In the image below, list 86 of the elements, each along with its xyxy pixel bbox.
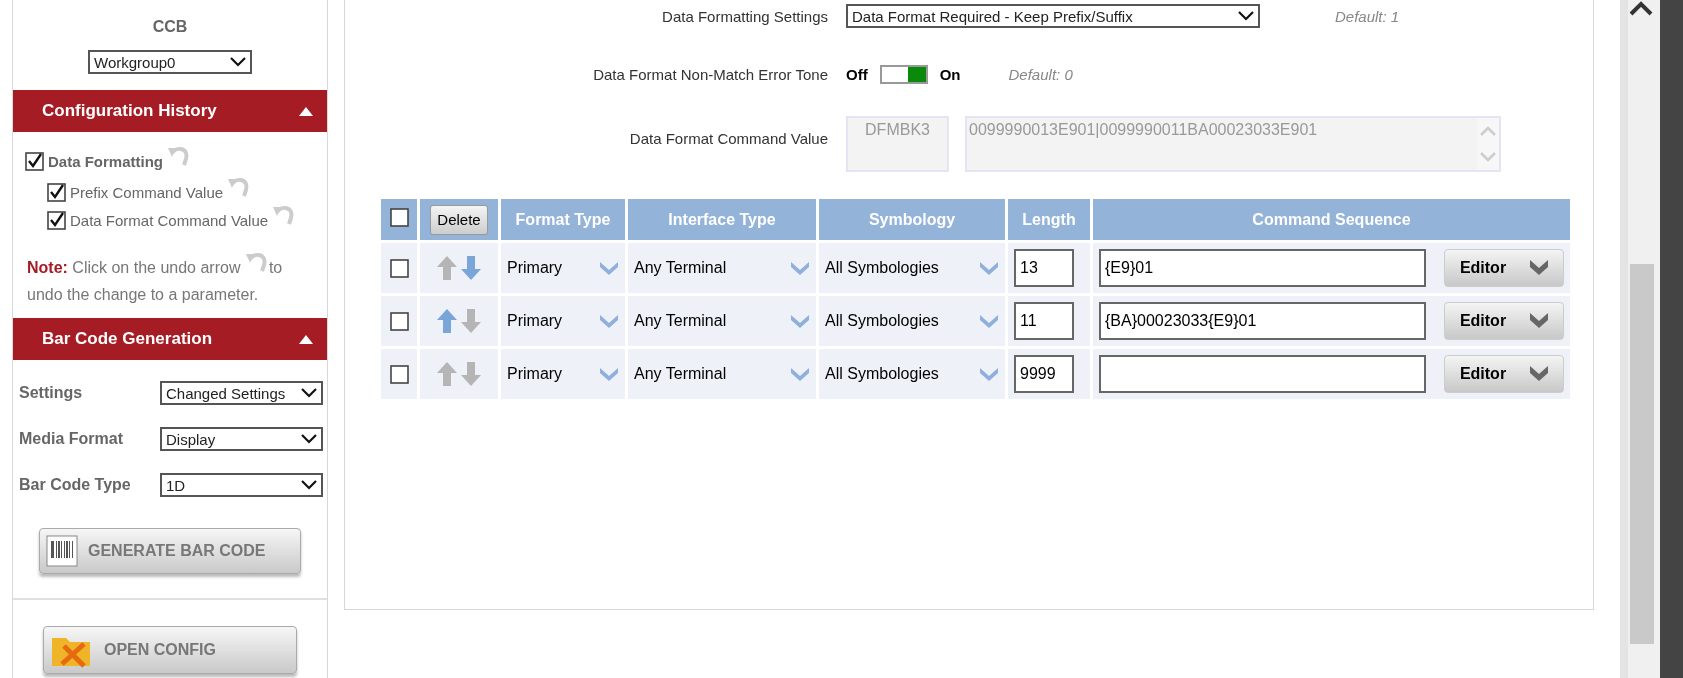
field-label: Settings (19, 384, 83, 402)
scroll-up-icon[interactable] (1628, 0, 1654, 16)
history-item: Data Format Command Value (70, 211, 269, 229)
up-arrow-icon[interactable] (437, 309, 457, 333)
toggle-on-label: On (939, 65, 961, 83)
collapse-triangle-icon[interactable] (299, 334, 313, 344)
down-arrow-icon[interactable] (461, 309, 481, 333)
dropdown-cell[interactable]: Any Terminal (628, 243, 816, 293)
editor-button[interactable]: Editor (1444, 355, 1564, 393)
scrollbar-thumb[interactable] (1630, 264, 1654, 644)
default-value: Default: 0 (1008, 65, 1073, 83)
setting-label: Data Format Non-Match Error Tone (593, 65, 828, 83)
dropdown-cell[interactable]: Any Terminal (628, 349, 816, 399)
down-arrow-icon[interactable] (461, 256, 481, 280)
chevron-down-icon[interactable] (979, 261, 999, 275)
chevron-down-icon[interactable] (599, 367, 619, 381)
note-text: Note: Click on the undo arrow to undo the change to a parameter. (13, 234, 327, 318)
chevron-down-icon (301, 434, 317, 444)
editor-button[interactable]: Editor (1444, 249, 1564, 287)
device-title: CCB (152, 18, 188, 36)
history-item: Data Formatting (48, 152, 163, 170)
chevron-down-icon (1530, 366, 1549, 382)
section-header[interactable]: Bar Code Generation (13, 318, 327, 360)
chevron-down-icon[interactable] (790, 367, 810, 381)
length-input[interactable]: 11 (1014, 302, 1074, 340)
row-checkbox[interactable] (389, 311, 409, 331)
dropdown-cell[interactable]: Primary (501, 296, 625, 346)
dropdown-select[interactable]: Display (160, 427, 323, 451)
workgroup-select[interactable]: Workgroup0 (88, 50, 252, 74)
down-arrow-icon[interactable] (461, 362, 481, 386)
command-sequence-input[interactable]: {E9}01 (1099, 249, 1426, 287)
checkbox[interactable] (47, 182, 66, 202)
dropdown-select[interactable]: 1D (160, 473, 323, 497)
chevron-down-icon (1238, 11, 1254, 21)
history-item: Prefix Command Value (70, 183, 224, 201)
dropdown-cell[interactable]: All Symbologies (819, 349, 1005, 399)
command-code-field: DFMBK3 (846, 116, 949, 172)
field-label: Bar Code Type (19, 476, 131, 494)
up-arrow-icon[interactable] (437, 362, 457, 386)
column-header: Length (1008, 199, 1090, 240)
length-input[interactable]: 9999 (1014, 355, 1074, 393)
dropdown-cell[interactable]: Primary (501, 349, 625, 399)
chevron-down-icon (301, 480, 317, 490)
chevron-down-icon (1530, 260, 1549, 276)
field-label: Media Format (19, 430, 123, 448)
section-header[interactable]: Configuration History (13, 90, 327, 132)
dropdown-cell[interactable]: Primary (501, 243, 625, 293)
delete-button[interactable]: Delete (430, 204, 488, 235)
dropdown-cell[interactable]: Any Terminal (628, 296, 816, 346)
chevron-down-icon[interactable] (599, 261, 619, 275)
undo-arrow-icon[interactable] (244, 251, 269, 273)
dropdown-select[interactable]: Changed Settings (160, 381, 323, 405)
dropdown-cell[interactable]: All Symbologies (819, 296, 1005, 346)
chevron-down-icon[interactable] (790, 261, 810, 275)
column-header: Interface Type (628, 199, 816, 240)
column-header: Command Sequence (1093, 199, 1570, 240)
undo-arrow-icon[interactable] (167, 145, 191, 167)
column-header: Symbology (819, 199, 1005, 240)
chevron-down-icon (230, 57, 246, 67)
setting-label: Data Formatting Settings (662, 7, 828, 25)
chevron-down-icon[interactable] (790, 314, 810, 328)
dropdown-cell[interactable]: All Symbologies (819, 243, 1005, 293)
length-input[interactable]: 13 (1014, 249, 1074, 287)
row-checkbox[interactable] (389, 364, 409, 384)
chevron-down-icon (301, 388, 317, 398)
editor-button[interactable]: Editor (1444, 302, 1564, 340)
up-arrow-icon[interactable] (437, 256, 457, 280)
command-sequence-input[interactable]: {BA}00023033{E9}01 (1099, 302, 1426, 340)
select-all-checkbox[interactable] (389, 208, 409, 227)
checkbox[interactable] (47, 210, 66, 230)
row-checkbox[interactable] (389, 258, 409, 278)
chevron-down-icon[interactable] (979, 367, 999, 381)
default-value: Default: 1 (1335, 7, 1400, 25)
chevron-down-icon[interactable] (979, 314, 999, 328)
chevron-down-icon (1530, 313, 1549, 329)
barcode-icon (46, 535, 78, 567)
toggle-switch[interactable] (879, 64, 928, 84)
collapse-triangle-icon[interactable] (299, 106, 313, 116)
toggle-off-label: Off (846, 65, 868, 83)
scrollbar[interactable] (1620, 0, 1660, 678)
command-sequence-input[interactable] (1099, 355, 1426, 393)
chevron-down-icon[interactable] (599, 314, 619, 328)
column-header: Format Type (501, 199, 625, 240)
checkbox[interactable] (25, 151, 44, 171)
data-formatting-select[interactable]: Data Format Required - Keep Prefix/Suffix (846, 4, 1260, 28)
setting-label: Data Format Command Value (629, 129, 828, 147)
